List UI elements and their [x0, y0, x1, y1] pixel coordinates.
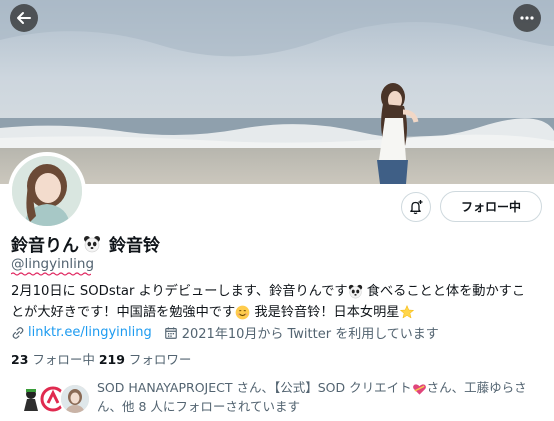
profile-bio: 2月10日に SODstar よりデビューします、鈴音りんです 食べることと体を…: [11, 281, 547, 323]
profile-handle: @lingyinling: [11, 256, 95, 272]
bell-plus-icon: [410, 200, 423, 215]
panda-icon: [84, 235, 100, 252]
followers-count: 219: [98, 352, 125, 367]
panda-icon: [348, 284, 362, 298]
smiling-face-icon: [235, 305, 250, 319]
banner-image: [0, 0, 554, 184]
profile-website-link[interactable]: linktr.ee/lingyinling: [28, 325, 152, 340]
followed-by-text[interactable]: SOD HANAYAPROJECT さん、【公式】SOD クリエイト さん、工藤…: [97, 378, 547, 416]
profile-banner[interactable]: [0, 0, 554, 184]
joined-date: 2021年10月から Twitter を利用しています: [181, 327, 439, 342]
more-button[interactable]: [513, 4, 541, 32]
following-count: 23: [11, 352, 29, 367]
avatar-image: [12, 156, 82, 226]
followed-by-part-b: さん、工藤ゆらさ: [426, 380, 527, 395]
follower-avatar-3[interactable]: [59, 383, 91, 415]
follower-avatar-image: [61, 385, 89, 413]
glowing-star-icon: [400, 304, 415, 319]
arrow-left-icon: [17, 12, 31, 24]
following-button[interactable]: フォロー中: [440, 191, 542, 222]
notify-button[interactable]: [401, 192, 431, 222]
back-button[interactable]: [10, 4, 38, 32]
heart-with-ribbon-icon: [412, 383, 426, 395]
bio-line2-text-a: とが大好きです！中国語を勉強中です: [11, 305, 236, 320]
handle-spellcheck-underline: [11, 272, 91, 276]
calendar-icon: [164, 326, 177, 339]
display-name-part-2: 鈴音铃: [109, 236, 160, 256]
followers-count-link[interactable]: 219 フォロワー: [99, 352, 192, 367]
follow-counts: 23 フォロー中 219 フォロワー: [11, 349, 191, 368]
followers-label: フォロワー: [124, 352, 192, 367]
profile-meta: linktr.ee/lingyinling 2021年10月から Twitter…: [11, 323, 439, 342]
followed-by-part-a: SOD HANAYAPROJECT さん、【公式】SOD クリエイト: [97, 380, 412, 395]
bio-line1-text-a: 2月10日に SODstar よりデビューします、鈴音りんです: [11, 284, 348, 299]
more-horizontal-icon: [520, 16, 534, 20]
followed-by-part-c: ん、他 8 人にフォローされています: [97, 399, 301, 414]
link-icon: [12, 326, 24, 339]
display-name: 鈴音りん 鈴音铃: [11, 231, 160, 256]
bio-line1-text-b: 食べることと体を動かすこ: [362, 284, 526, 299]
following-count-link[interactable]: 23 フォロー中: [11, 352, 99, 367]
following-label: フォロー中: [28, 352, 99, 367]
display-name-part-1: 鈴音りん: [11, 236, 79, 256]
profile-avatar[interactable]: [8, 152, 86, 230]
bio-line2-text-b: 我是铃音铃！日本女明星: [250, 305, 400, 320]
following-button-label: フォロー中: [460, 200, 521, 214]
